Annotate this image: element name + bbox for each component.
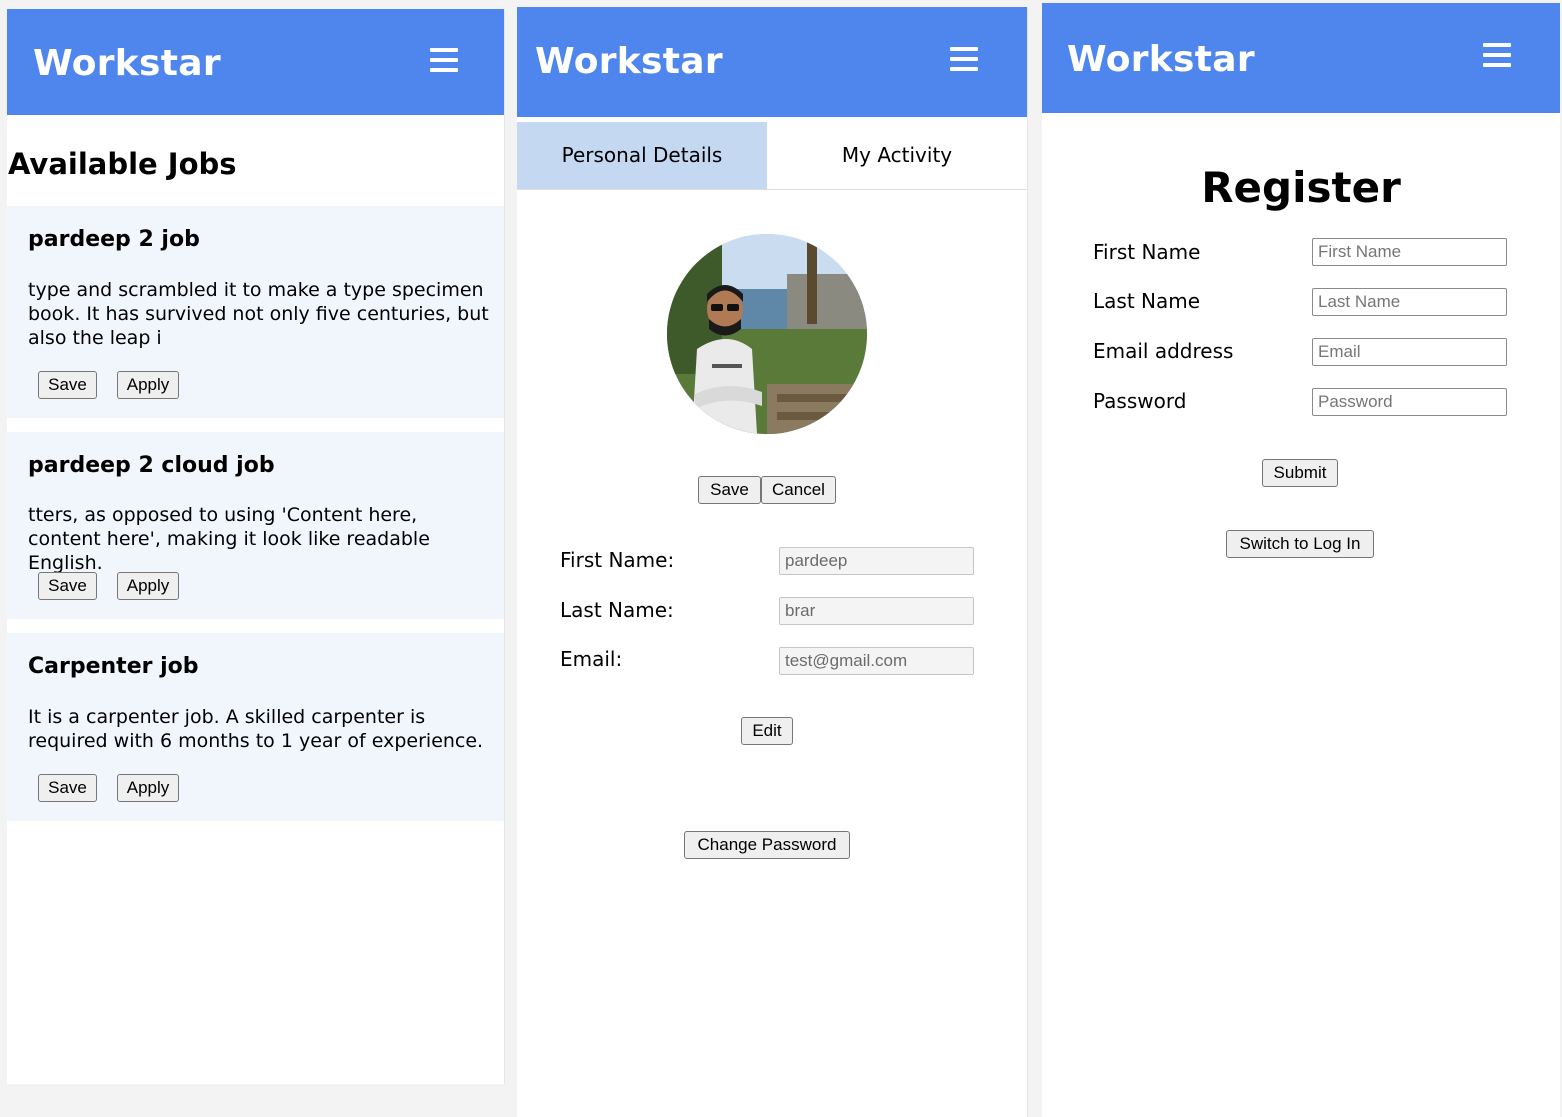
cancel-photo-button[interactable]: Cancel bbox=[761, 476, 836, 504]
job-title: Carpenter job bbox=[28, 654, 199, 679]
hamburger-menu-icon[interactable] bbox=[430, 48, 458, 72]
jobs-screen: Workstar Available Jobs pardeep 2 job ty… bbox=[7, 9, 505, 1084]
job-description: tters, as opposed to using 'Content here… bbox=[28, 504, 430, 574]
email-label: Email: bbox=[560, 647, 623, 671]
brand-logo[interactable]: Workstar bbox=[1067, 39, 1255, 80]
first-name-field[interactable] bbox=[779, 547, 974, 575]
submit-button[interactable]: Submit bbox=[1262, 459, 1338, 487]
tab-divider bbox=[517, 189, 1027, 190]
navbar: Workstar bbox=[7, 9, 504, 115]
brand-logo[interactable]: Workstar bbox=[33, 43, 221, 84]
job-description: type and scrambled it to make a type spe… bbox=[28, 279, 489, 349]
job-description: It is a carpenter job. A skilled carpent… bbox=[28, 706, 484, 752]
register-screen: Workstar Register First Name Last Name E… bbox=[1042, 3, 1560, 1117]
email-label: Email address bbox=[1093, 339, 1234, 363]
apply-job-button[interactable]: Apply bbox=[117, 572, 179, 600]
tab-my-activity[interactable]: My Activity bbox=[767, 122, 1027, 189]
tab-personal-details[interactable]: Personal Details bbox=[517, 122, 767, 189]
hamburger-menu-icon[interactable] bbox=[1483, 43, 1511, 67]
page-title: Register bbox=[1201, 163, 1401, 212]
apply-job-button[interactable]: Apply bbox=[117, 371, 179, 399]
password-label: Password bbox=[1093, 389, 1187, 413]
last-name-field[interactable] bbox=[779, 597, 974, 625]
first-name-input[interactable] bbox=[1312, 238, 1507, 266]
save-job-button[interactable]: Save bbox=[38, 774, 97, 802]
job-title: pardeep 2 cloud job bbox=[28, 453, 275, 478]
apply-job-button[interactable]: Apply bbox=[117, 774, 179, 802]
profile-screen: Workstar Personal Details My Activity Sa… bbox=[517, 7, 1028, 1117]
email-input[interactable] bbox=[1312, 338, 1507, 366]
save-photo-button[interactable]: Save bbox=[698, 476, 761, 504]
first-name-label: First Name bbox=[1093, 240, 1201, 264]
hamburger-menu-icon[interactable] bbox=[950, 47, 978, 71]
switch-to-login-button[interactable]: Switch to Log In bbox=[1226, 530, 1374, 558]
email-field[interactable] bbox=[779, 647, 974, 675]
change-password-button[interactable]: Change Password bbox=[684, 831, 850, 859]
job-card: Carpenter job It is a carpenter job. A s… bbox=[7, 633, 504, 821]
job-title: pardeep 2 job bbox=[28, 227, 200, 252]
navbar: Workstar bbox=[517, 7, 1027, 117]
edit-button[interactable]: Edit bbox=[741, 717, 793, 745]
save-job-button[interactable]: Save bbox=[38, 371, 97, 399]
last-name-label: Last Name: bbox=[560, 598, 674, 622]
first-name-label: First Name: bbox=[560, 548, 675, 572]
profile-photo bbox=[667, 234, 867, 434]
navbar: Workstar bbox=[1042, 3, 1560, 113]
save-job-button[interactable]: Save bbox=[38, 572, 97, 600]
password-input[interactable] bbox=[1312, 388, 1507, 416]
page-title: Available Jobs bbox=[8, 147, 237, 181]
brand-logo[interactable]: Workstar bbox=[535, 41, 723, 82]
last-name-input[interactable] bbox=[1312, 288, 1507, 316]
last-name-label: Last Name bbox=[1093, 289, 1201, 313]
job-card: pardeep 2 job type and scrambled it to m… bbox=[7, 206, 504, 418]
job-card: pardeep 2 cloud job tters, as opposed to… bbox=[7, 432, 504, 619]
